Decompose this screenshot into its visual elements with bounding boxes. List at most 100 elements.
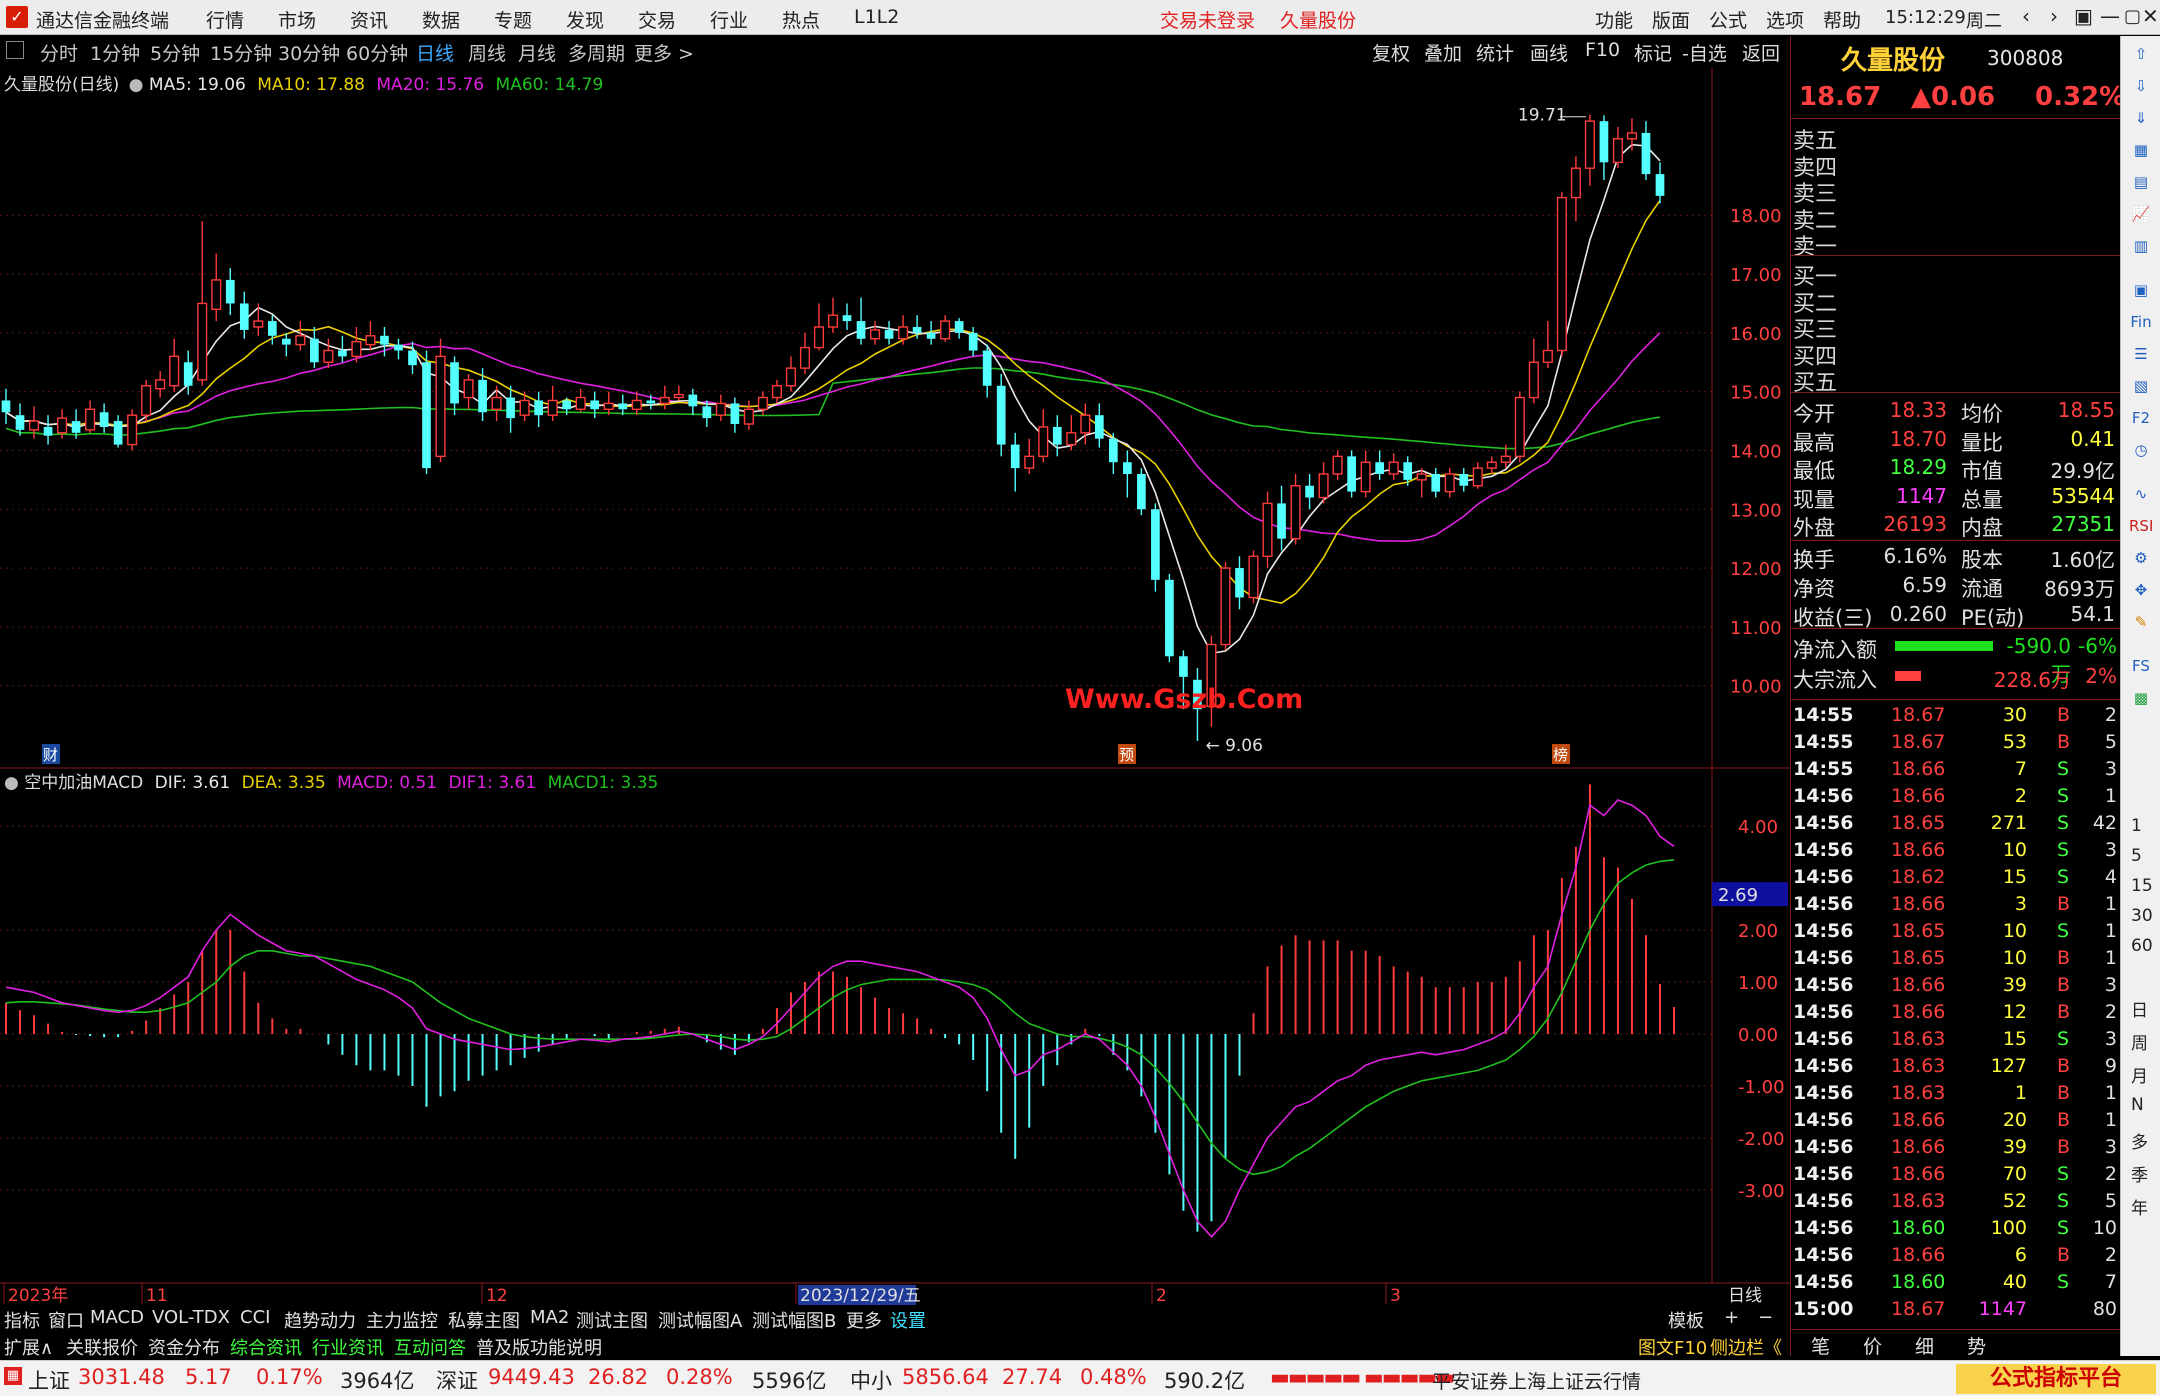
menu-redian[interactable]: 热点 (782, 6, 820, 33)
wave-icon[interactable]: ∿ (2129, 482, 2153, 506)
chart-area[interactable]: 18.00 17.00 16.00 15.00 14.00 13.00 12.00 11.00… (0, 68, 1790, 1306)
side-shortcut[interactable]: 60 (2131, 936, 2153, 956)
legend-dot-icon[interactable]: ● (129, 75, 144, 95)
period-1min[interactable]: 1分钟 (90, 39, 140, 66)
indicator-tab[interactable]: 趋势动力 (284, 1307, 356, 1333)
panel-toggle-icon[interactable] (6, 41, 24, 59)
side-shortcut[interactable]: 月 (2131, 1062, 2148, 1087)
table-icon[interactable]: ▤ (2129, 170, 2153, 194)
fs-icon[interactable]: FS (2129, 654, 2153, 678)
extension-tab[interactable]: 行业资讯 (312, 1334, 384, 1360)
menu-gongneng[interactable]: 功能 (1595, 6, 1633, 33)
list-icon[interactable]: ☰ (2129, 342, 2153, 366)
period-multi[interactable]: 多周期 (568, 39, 625, 66)
tool-huaxian[interactable]: 画线 (1530, 39, 1568, 66)
period-30min[interactable]: 30分钟 (278, 39, 340, 66)
tab-f10[interactable]: 图文F10 (1638, 1334, 1707, 1360)
tab-add[interactable]: + (1724, 1307, 1739, 1328)
menu-shichang[interactable]: 市场 (278, 6, 316, 33)
green-chart-icon[interactable]: ▩ (2129, 686, 2153, 710)
event-tag[interactable]: 榜 (1553, 746, 1568, 764)
close-icon[interactable]: ✕ (2142, 4, 2159, 28)
fin-icon[interactable]: Fin (2129, 310, 2153, 334)
indicator-tab[interactable]: 测试主图 (576, 1307, 648, 1333)
period-more[interactable]: 更多 > (634, 39, 694, 66)
orderbook-level[interactable]: 买一 (1793, 264, 1837, 291)
menu-bangzhu[interactable]: 帮助 (1823, 6, 1861, 33)
tool-biaoji[interactable]: 标记 (1634, 39, 1672, 66)
menu-shuju[interactable]: 数据 (422, 6, 460, 33)
orderbook-level[interactable]: 买三 (1793, 317, 1837, 344)
indicator-tab[interactable]: 更多 (846, 1307, 882, 1333)
side-shortcut[interactable]: 15 (2131, 876, 2153, 896)
side-shortcut[interactable]: 季 (2131, 1161, 2148, 1186)
menu-gongshi[interactable]: 公式 (1709, 6, 1747, 33)
arrow-up-icon[interactable]: ⇧ (2129, 42, 2153, 66)
menu-hangqing[interactable]: 行情 (206, 6, 244, 33)
orderbook-level[interactable]: 买二 (1793, 291, 1837, 318)
indicator-tab[interactable]: 测试幅图A (658, 1307, 742, 1333)
news-icon[interactable]: ▣ (2129, 278, 2153, 302)
side-shortcut[interactable]: 年 (2131, 1194, 2148, 1219)
menu-jiaoyi[interactable]: 交易 (638, 6, 676, 33)
zx-label[interactable]: 中小 (850, 1365, 892, 1395)
status-logo-icon[interactable]: ▦ (4, 1367, 22, 1385)
period-weekly[interactable]: 周线 (468, 39, 506, 66)
line-chart-icon[interactable]: 📈 (2129, 202, 2153, 226)
side-shortcut[interactable]: 周 (2131, 1029, 2148, 1054)
period-15min[interactable]: 15分钟 (210, 39, 272, 66)
indicator-tab[interactable]: 私募主图 (448, 1307, 520, 1333)
side-shortcut[interactable]: 5 (2131, 846, 2142, 866)
tool-zixuan[interactable]: -自选 (1682, 39, 1727, 66)
menu-hangye[interactable]: 行业 (710, 6, 748, 33)
extension-tab[interactable]: 资金分布 (148, 1334, 220, 1360)
tool-fanhui[interactable]: 返回 (1742, 39, 1780, 66)
broker-name[interactable]: 平安证券上海上证云行情 (1432, 1367, 1641, 1394)
restore-icon[interactable]: ▣ (2074, 4, 2093, 28)
indicator-tab[interactable]: 窗口 (48, 1307, 84, 1333)
orderbook-level[interactable]: 买四 (1793, 344, 1837, 371)
orderbook-level[interactable]: 卖五 (1793, 128, 1837, 155)
event-tag[interactable]: 财 (43, 746, 58, 764)
trade-login-status[interactable]: 交易未登录 (1160, 6, 1255, 33)
tool-f10[interactable]: F10 (1585, 39, 1620, 61)
side-shortcut[interactable]: N (2131, 1095, 2144, 1115)
indicator-tab[interactable]: 测试幅图B (752, 1307, 836, 1333)
period-monthly[interactable]: 月线 (518, 39, 556, 66)
grid-icon[interactable]: ▦ (2129, 138, 2153, 162)
side-shortcut[interactable]: 多 (2131, 1128, 2148, 1153)
period-fenshi[interactable]: 分时 (40, 39, 78, 66)
indicator-tab[interactable]: 指标 (4, 1307, 40, 1333)
rsi-icon[interactable]: RSI (2129, 514, 2153, 538)
bar-chart-icon[interactable]: ▥ (2129, 234, 2153, 258)
indicator-tab[interactable]: 主力监控 (366, 1307, 438, 1333)
tab-shi[interactable]: 势 (1967, 1332, 1986, 1359)
period-5min[interactable]: 5分钟 (150, 39, 200, 66)
forward-icon[interactable]: › (2050, 4, 2058, 28)
extension-tab[interactable]: 扩展∧ (4, 1334, 53, 1360)
orderbook-level[interactable]: 卖四 (1793, 155, 1837, 182)
tab-bi[interactable]: 笔 (1811, 1332, 1830, 1359)
arrow-down-alt-icon[interactable]: ⇓ (2129, 106, 2153, 130)
menu-faxian[interactable]: 发现 (566, 6, 604, 33)
side-shortcut[interactable]: 日 (2131, 996, 2148, 1021)
indicator-tab[interactable]: VOL-TDX (152, 1307, 230, 1328)
extension-tab[interactable]: 普及版功能说明 (476, 1334, 602, 1360)
orderbook-level[interactable]: 卖一 (1793, 234, 1837, 261)
period-daily[interactable]: 日线 (416, 39, 454, 66)
tab-template[interactable]: 模板 (1668, 1307, 1704, 1333)
doc-icon[interactable]: ▧ (2129, 374, 2153, 398)
menu-xuanxiang[interactable]: 选项 (1766, 6, 1804, 33)
menu-banmian[interactable]: 版面 (1652, 6, 1690, 33)
minimize-icon[interactable]: — (2100, 4, 2120, 28)
macd-legend-dot-icon[interactable]: ● (4, 773, 19, 793)
move-icon[interactable]: ✥ (2129, 578, 2153, 602)
clock-icon[interactable]: ◷ (2129, 438, 2153, 462)
indicator-tab[interactable]: CCI (240, 1307, 270, 1328)
orderbook-level[interactable]: 卖二 (1793, 208, 1837, 235)
tab-sidebar[interactable]: 侧边栏《 (1710, 1334, 1782, 1360)
side-shortcut[interactable]: 1 (2131, 816, 2142, 836)
tool-tongji[interactable]: 统计 (1476, 39, 1514, 66)
tab-remove[interactable]: − (1758, 1307, 1773, 1328)
candlestick-chart[interactable]: 18.00 17.00 16.00 15.00 14.00 13.00 12.00 11.00… (0, 68, 1790, 1306)
